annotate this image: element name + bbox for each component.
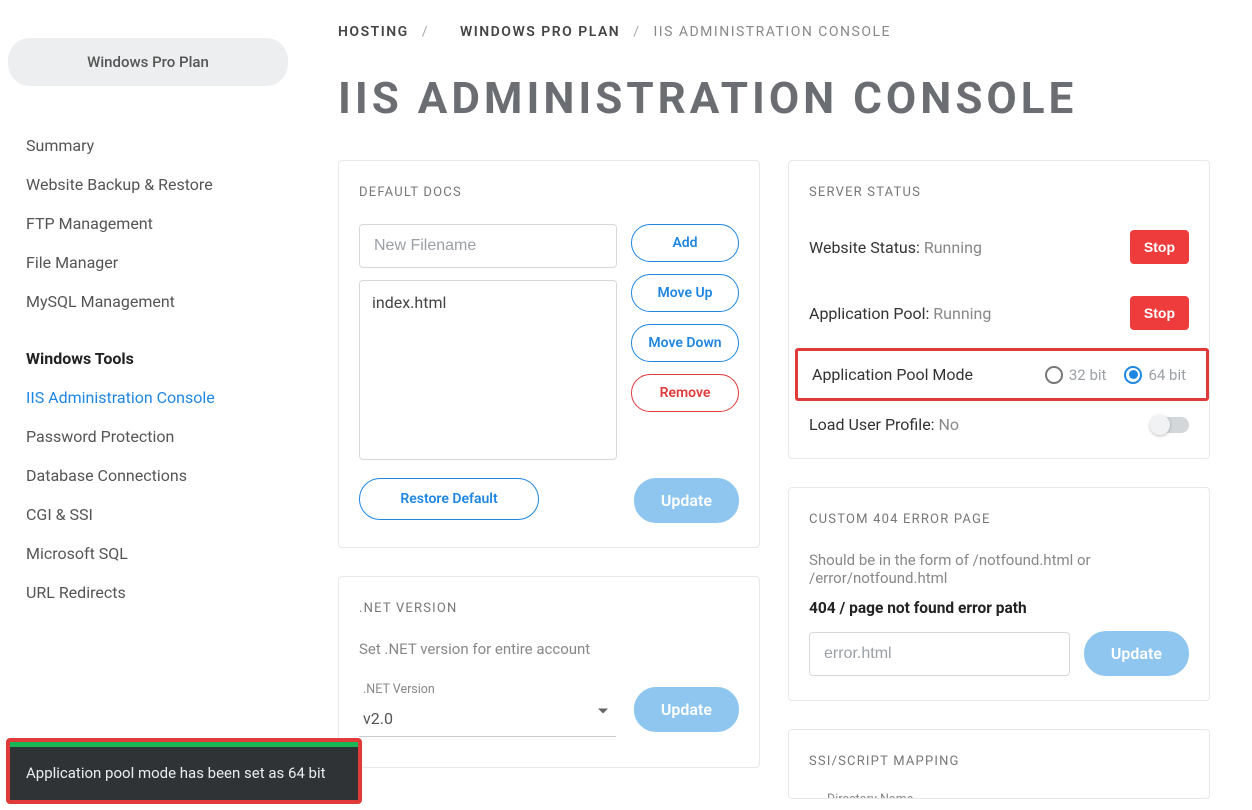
field-label-404: 404 / page not found error path [809,599,1189,617]
card-ssi: SSI/SCRIPT MAPPING Directory Name [788,729,1210,799]
breadcrumb-sep: / [422,24,429,40]
main-content: HOSTING / WINDOWS PRO PLAN / IIS ADMINIS… [300,0,1252,799]
page-title: IIS ADMINISTRATION CONSOLE [338,72,1210,124]
add-button[interactable]: Add [631,224,739,262]
radio-32bit[interactable]: 32 bit [1045,366,1107,384]
load-profile-toggle[interactable] [1151,417,1189,433]
sidebar-heading-tools: Windows Tools [26,339,288,378]
net-field-label: .NET Version [359,682,616,697]
breadcrumb-sep: / [633,24,640,40]
breadcrumb-current: IIS ADMINISTRATION CONSOLE [653,24,891,40]
move-up-button[interactable]: Move Up [631,274,739,312]
plan-pill[interactable]: Windows Pro Plan [8,38,288,86]
card-title: DEFAULT DOCS [359,179,739,224]
breadcrumb-hosting[interactable]: HOSTING [338,24,409,40]
directory-name-label: Directory Name [823,792,917,799]
radio-icon [1124,366,1142,384]
remove-button[interactable]: Remove [631,374,739,412]
net-help-text: Set .NET version for entire account [359,640,739,658]
sidebar-item-backup[interactable]: Website Backup & Restore [26,165,288,204]
chevron-down-icon [598,708,608,713]
breadcrumb-plan[interactable]: WINDOWS PRO PLAN [460,24,620,40]
pool-status-label: Application Pool: Running [809,304,991,323]
sidebar-item-iis[interactable]: IIS Administration Console [26,378,288,417]
error-path-input[interactable] [809,632,1070,676]
sidebar-item-ftp[interactable]: FTP Management [26,204,288,243]
sidebar: Windows Pro Plan Summary Website Backup … [0,0,300,799]
toast: Application pool mode has been set as 64… [6,738,362,804]
sidebar-item-db[interactable]: Database Connections [26,456,288,495]
website-status-value: Running [924,238,982,257]
update-docs-button[interactable]: Update [634,478,739,523]
default-docs-list[interactable]: index.html [359,280,617,460]
update-net-button[interactable]: Update [634,687,739,732]
pool-mode-label: Application Pool Mode [812,365,973,384]
card-custom-404: CUSTOM 404 ERROR PAGE Should be in the f… [788,487,1210,701]
move-down-button[interactable]: Move Down [631,324,739,362]
list-item[interactable]: index.html [372,291,604,314]
sidebar-item-mssql[interactable]: Microsoft SQL [26,534,288,573]
sidebar-item-summary[interactable]: Summary [26,126,288,165]
sidebar-nav: Summary Website Backup & Restore FTP Man… [8,126,288,612]
toast-message: Application pool mode has been set as 64… [10,747,358,800]
load-profile-label: Load User Profile: No [809,415,959,434]
new-filename-input[interactable] [359,224,617,268]
card-net-version: .NET VERSION Set .NET version for entire… [338,576,760,768]
card-title: SSI/SCRIPT MAPPING [809,748,1189,779]
update-404-button[interactable]: Update [1084,631,1189,676]
toggle-knob [1150,415,1170,435]
pool-status-value: Running [933,304,991,323]
radio-64bit[interactable]: 64 bit [1124,366,1186,384]
net-version-select[interactable]: v2.0 [359,699,616,737]
website-status-label: Website Status: Running [809,238,982,257]
load-profile-value: No [939,415,960,434]
pool-mode-radios: 32 bit 64 bit [1045,366,1186,384]
radio-icon [1045,366,1063,384]
sidebar-item-mysql[interactable]: MySQL Management [26,282,288,321]
stop-pool-button[interactable]: Stop [1130,296,1189,330]
sidebar-item-redirects[interactable]: URL Redirects [26,573,288,612]
sidebar-item-filemanager[interactable]: File Manager [26,243,288,282]
restore-default-button[interactable]: Restore Default [359,478,539,520]
sidebar-item-password[interactable]: Password Protection [26,417,288,456]
help-404: Should be in the form of /notfound.html … [809,551,1189,587]
card-title: SERVER STATUS [809,179,1189,224]
card-server-status: SERVER STATUS Website Status: Running St… [788,160,1210,459]
sidebar-item-cgi[interactable]: CGI & SSI [26,495,288,534]
card-title: CUSTOM 404 ERROR PAGE [809,506,1189,551]
pool-mode-highlight: Application Pool Mode 32 bit 64 bit [795,348,1209,401]
stop-website-button[interactable]: Stop [1130,230,1189,264]
card-default-docs: DEFAULT DOCS index.html Add Move Up Move… [338,160,760,548]
breadcrumb: HOSTING / WINDOWS PRO PLAN / IIS ADMINIS… [338,24,1210,40]
card-title: .NET VERSION [359,595,739,640]
